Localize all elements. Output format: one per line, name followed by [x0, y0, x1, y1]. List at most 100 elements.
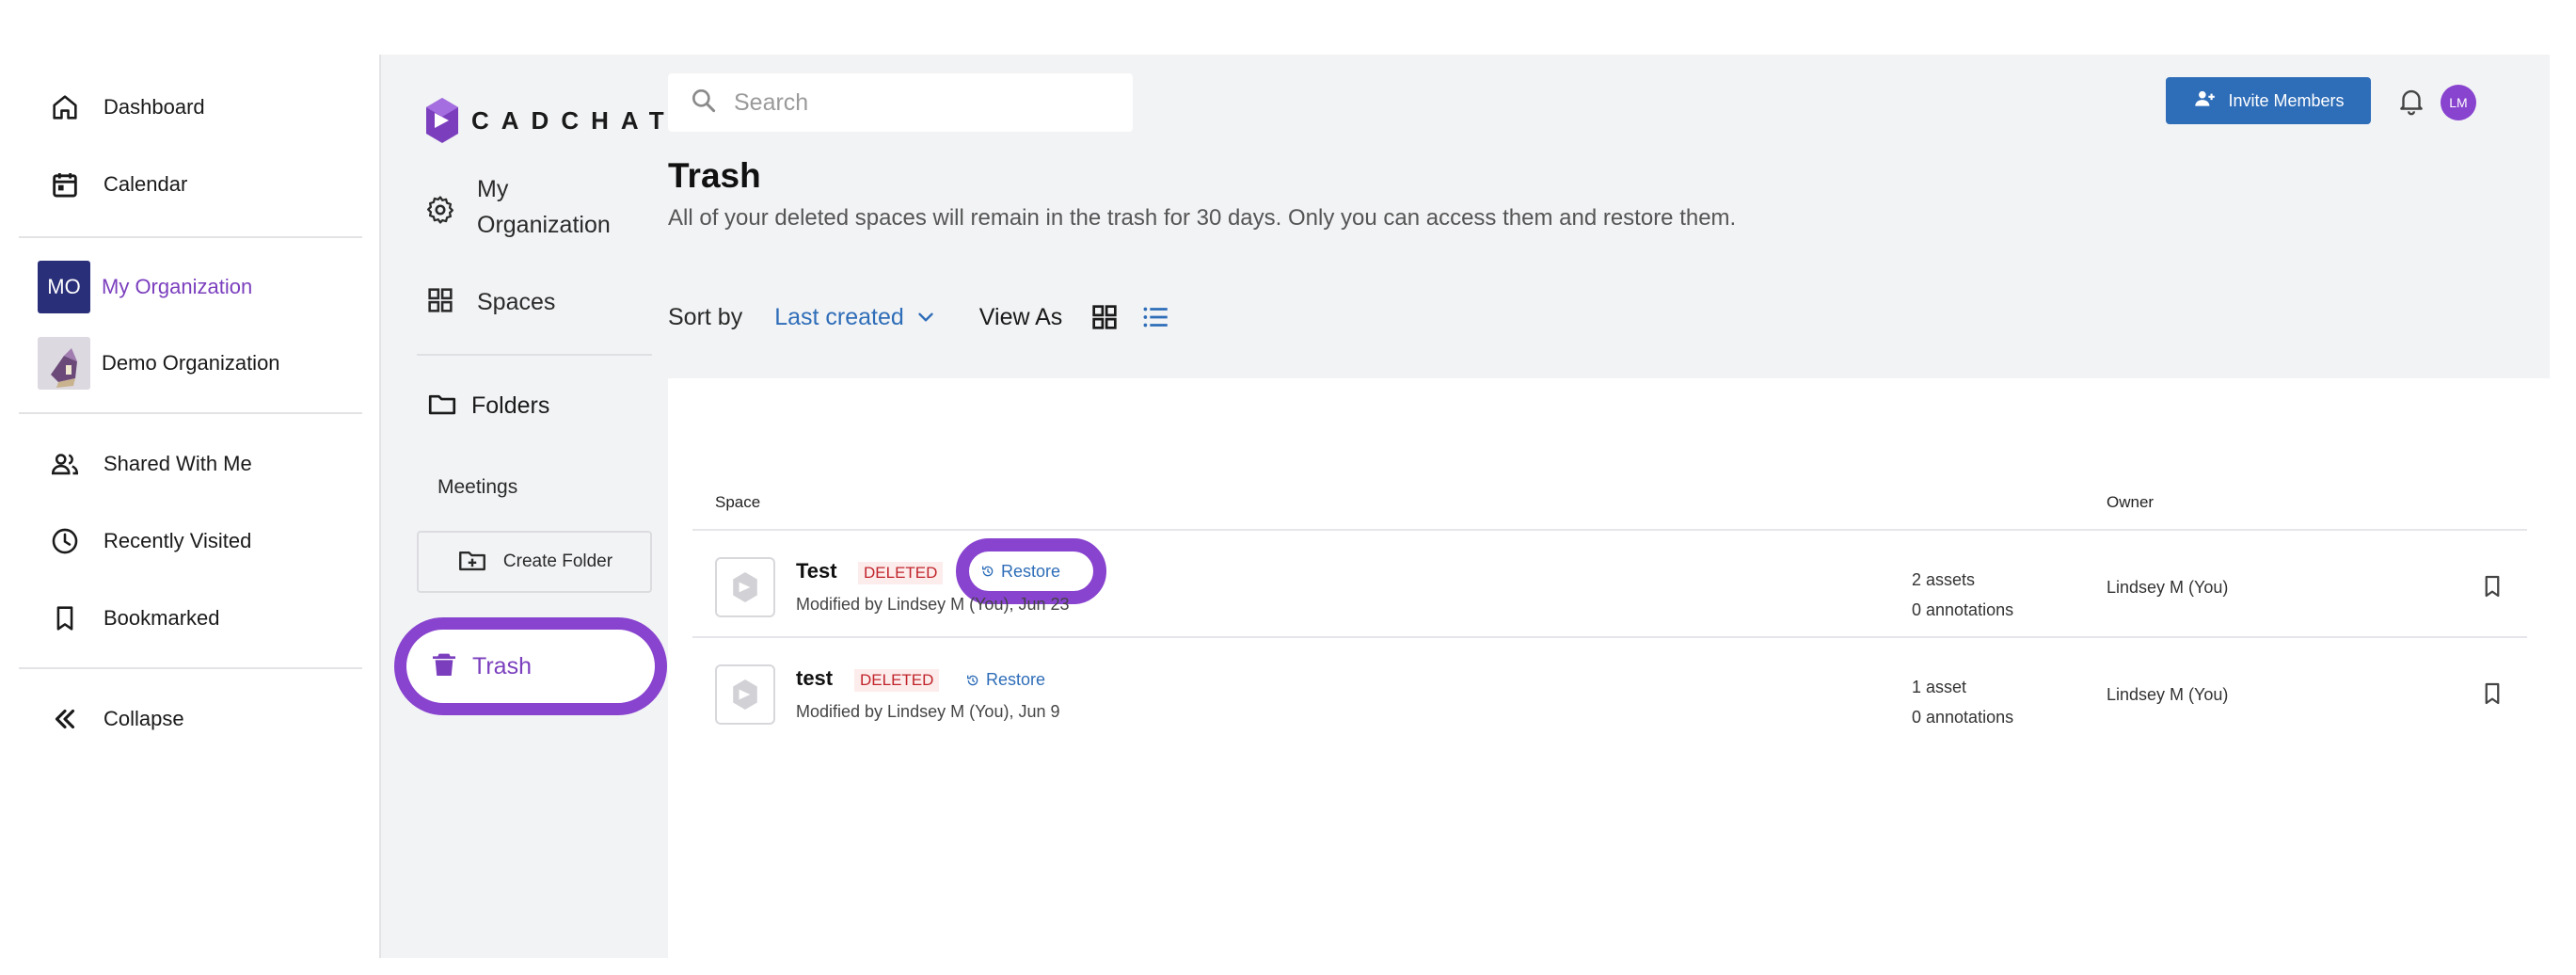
bookmark-icon[interactable]	[2478, 572, 2506, 600]
restore-icon	[967, 675, 978, 685]
nav-shared-with-me[interactable]: Shared With Me	[38, 436, 252, 492]
page-subtitle: All of your deleted spaces will remain i…	[668, 205, 1737, 231]
org-my-organization[interactable]: MO My Organization	[38, 259, 252, 315]
sort-toolbar: Sort by Last created View As	[668, 294, 1171, 341]
restore-button[interactable]: Restore	[965, 670, 1045, 690]
panel-my-organization[interactable]: My Organization	[424, 171, 618, 243]
org-demo-organization[interactable]: Demo Organization	[38, 335, 280, 392]
create-folder-label: Create Folder	[502, 551, 613, 571]
modified-info: Modified by Lindsey M (You), Jun 9	[796, 702, 1060, 721]
cadchat-logo-icon	[426, 98, 458, 143]
nav-recently-visited-label: Recently Visited	[103, 529, 252, 552]
nav-divider	[19, 236, 362, 238]
double-chevron-left-icon	[38, 692, 92, 746]
panel-folders-label: Folders	[471, 392, 550, 419]
cadchat-space-icon	[733, 679, 757, 710]
sort-by-label: Sort by	[668, 303, 743, 330]
restore-label: Restore	[986, 670, 1046, 689]
bell-icon[interactable]	[2395, 85, 2427, 117]
chevron-down-icon	[918, 312, 933, 322]
owner-name: Lindsey M (You)	[2107, 578, 2229, 597]
page-title: Trash	[668, 156, 761, 195]
column-header-owner: Owner	[2107, 493, 2155, 511]
nav-bookmarked-label: Bookmarked	[103, 606, 220, 630]
view-as-label: View As	[978, 303, 1063, 330]
clock-icon	[38, 514, 92, 568]
search-bar[interactable]	[668, 73, 1133, 132]
asset-count: 2 assets	[1912, 570, 1976, 589]
table-row[interactable]: test DELETED Restore Modified by Lindsey…	[692, 638, 2527, 743]
left-nav: Dashboard Calendar MO My Organization De…	[0, 0, 379, 975]
search-input[interactable]	[734, 88, 1091, 117]
annotation-count: 0 annotations	[1912, 600, 2014, 619]
panel-trash-label: Trash	[472, 652, 532, 679]
trash-table: Space Owner Test DELETED Restore Modifie…	[668, 378, 2550, 958]
table-row[interactable]: Test DELETED Restore Modified by Lindsey…	[692, 531, 2527, 636]
nav-dashboard[interactable]: Dashboard	[38, 79, 205, 136]
org-demo-organization-label: Demo Organization	[102, 351, 280, 375]
org-badge: MO	[38, 261, 90, 313]
nav-calendar[interactable]: Calendar	[38, 156, 187, 213]
nav-recently-visited[interactable]: Recently Visited	[38, 513, 251, 569]
calendar-icon	[38, 157, 92, 212]
deleted-badge: DELETED	[854, 669, 940, 692]
nav-bookmarked[interactable]: Bookmarked	[38, 590, 220, 647]
gear-icon	[424, 194, 456, 231]
create-folder-button[interactable]: Create Folder	[417, 531, 652, 593]
folder-plus-icon	[456, 544, 488, 581]
org-my-organization-label: My Organization	[102, 275, 253, 298]
asset-counts: 2 assets 0 annotations	[1912, 565, 2013, 625]
invite-members-button[interactable]: Invite Members	[2166, 77, 2371, 124]
nav-shared-with-me-label: Shared With Me	[103, 452, 252, 475]
panel-trash[interactable]: Trash	[394, 617, 667, 715]
user-avatar[interactable]: LM	[2441, 85, 2476, 120]
modified-info: Modified by Lindsey M (You), Jun 23	[796, 595, 1070, 614]
cadchat-space-icon	[733, 572, 757, 602]
nav-divider	[19, 667, 362, 669]
space-thumbnail	[715, 664, 775, 725]
people-icon	[38, 437, 92, 491]
panel-folder-meetings-label: Meetings	[437, 476, 518, 498]
nav-collapse[interactable]: Collapse	[38, 691, 184, 747]
nav-divider	[19, 412, 362, 414]
cadchat-logo-text: CADCHAT	[471, 105, 676, 135]
sort-dropdown[interactable]: Last created	[774, 304, 938, 331]
space-thumbnail	[715, 557, 775, 617]
nav-collapse-label: Collapse	[103, 707, 184, 730]
sort-dropdown-value: Last created	[774, 303, 904, 330]
nav-dashboard-label: Dashboard	[103, 95, 205, 119]
owner-name: Lindsey M (You)	[2107, 685, 2229, 704]
restore-label: Restore	[1001, 561, 1061, 581]
home-icon	[38, 80, 92, 135]
panel-folders[interactable]: Folders	[426, 388, 549, 424]
grid-view-icon	[1092, 305, 1117, 329]
grid-view-button[interactable]	[1089, 301, 1121, 333]
demo-org-thumbnail	[38, 337, 90, 390]
space-name[interactable]: Test	[796, 559, 837, 583]
nav-calendar-label: Calendar	[103, 172, 188, 196]
main-content: Invite Members LM Trash All of your dele…	[668, 55, 2550, 958]
list-view-icon	[1143, 307, 1169, 328]
panel-folder-meetings[interactable]: Meetings	[437, 476, 517, 499]
panel-divider	[417, 354, 652, 356]
folder-icon	[426, 388, 458, 424]
grid-icon	[424, 284, 456, 321]
bookmark-icon[interactable]	[2478, 679, 2506, 708]
annotation-count: 0 annotations	[1912, 708, 2014, 727]
list-view-button[interactable]	[1139, 301, 1171, 333]
invite-members-label: Invite Members	[2228, 90, 2345, 110]
panel-spaces[interactable]: Spaces	[424, 284, 555, 321]
asset-counts: 1 asset 0 annotations	[1912, 672, 2013, 732]
panel-spaces-label: Spaces	[477, 289, 556, 315]
space-name[interactable]: test	[796, 666, 833, 691]
restore-icon	[982, 566, 994, 577]
organization-panel: CADCHAT My Organization Spaces Folders M…	[379, 55, 668, 958]
trash-icon	[429, 649, 459, 684]
person-add-icon	[2192, 87, 2217, 116]
bookmark-icon	[38, 591, 92, 646]
panel-my-organization-label: My Organization	[477, 176, 611, 238]
cadchat-logo[interactable]: CADCHAT	[426, 98, 676, 143]
search-icon	[689, 86, 719, 120]
asset-count: 1 asset	[1912, 678, 1967, 696]
deleted-badge: DELETED	[858, 562, 944, 584]
